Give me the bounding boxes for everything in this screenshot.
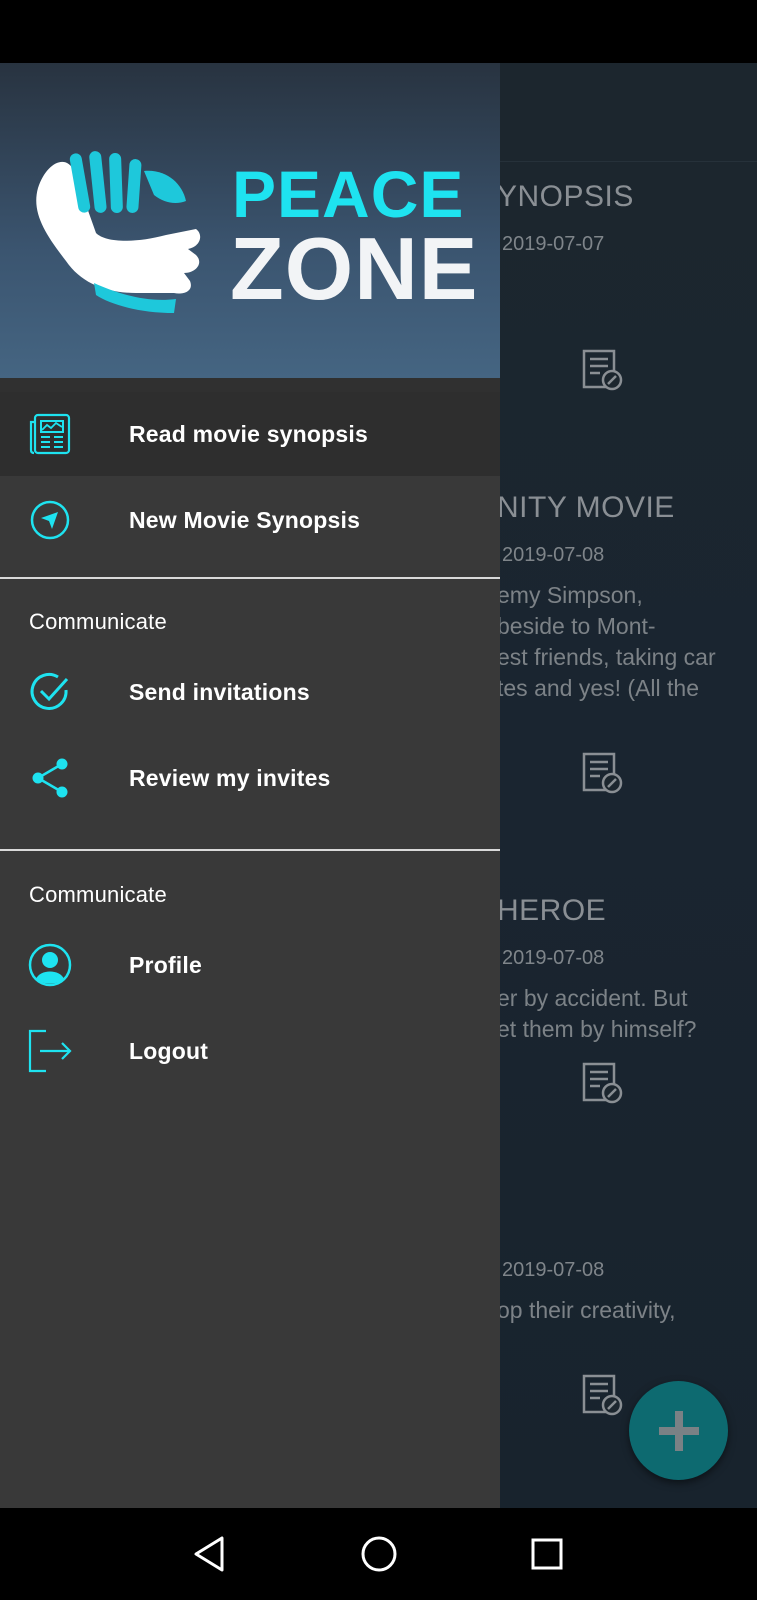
card-date: 2019-07-08 (502, 947, 605, 969)
back-button[interactable] (182, 1526, 238, 1582)
card-title: HEROE (497, 894, 607, 927)
menu-item-logout[interactable]: Logout (0, 1009, 500, 1093)
edit-note-icon (582, 1374, 623, 1416)
menu-label: Review my invites (129, 764, 331, 791)
check-circle-icon (28, 670, 72, 714)
card-title: YNOPSIS (497, 180, 634, 213)
recents-icon (531, 1538, 563, 1570)
card-title: NITY MOVIE (497, 491, 675, 524)
logout-icon (28, 1029, 72, 1073)
menu-divider (0, 577, 500, 579)
add-synopsis-fab[interactable] (629, 1381, 728, 1480)
menu-item-send-invitations[interactable]: Send invitations (0, 650, 500, 734)
back-icon (194, 1536, 224, 1572)
profile-icon (28, 943, 72, 987)
menu-label: New Movie Synopsis (129, 506, 361, 533)
edit-note-icon (582, 1062, 623, 1104)
header-gap (0, 378, 500, 392)
section-title: Communicate (29, 609, 167, 634)
logo-text-zone: ZONE (230, 219, 479, 318)
navigation-drawer: PEACE ZONE Read movie synopsis New Movie… (0, 63, 500, 1508)
edit-note-icon (582, 349, 623, 391)
menu-item-review-invites[interactable]: Review my invites (0, 736, 500, 820)
plus-icon (658, 1410, 699, 1451)
recents-button[interactable] (519, 1526, 575, 1582)
home-button[interactable] (351, 1526, 407, 1582)
status-bar (0, 0, 757, 63)
section-title: Communicate (29, 882, 167, 907)
system-nav-bar (0, 1508, 757, 1600)
card-date: 2019-07-08 (502, 1259, 605, 1281)
edit-note-icon (582, 752, 623, 794)
card-text: er by accident. But et them by himself? (497, 985, 697, 1042)
home-icon (361, 1536, 397, 1572)
logo-text-peace: PEACE (232, 157, 465, 231)
handshake-logo-icon (36, 151, 201, 313)
menu-label: Read movie synopsis (129, 420, 368, 447)
menu-item-read-synopsis[interactable]: Read movie synopsis (0, 392, 500, 476)
card-date: 2019-07-07 (502, 233, 605, 255)
menu-item-profile[interactable]: Profile (0, 923, 500, 1007)
menu-divider (0, 849, 500, 851)
share-icon (28, 756, 72, 800)
newspaper-icon (28, 412, 72, 456)
menu-label: Profile (129, 951, 202, 978)
menu-label: Send invitations (129, 678, 310, 705)
menu-item-new-synopsis[interactable]: New Movie Synopsis (0, 478, 500, 562)
card-text: emy Simpson, beside to Mont- est friends… (497, 582, 716, 701)
navigation-icon (28, 498, 72, 542)
menu-label: Logout (129, 1037, 209, 1064)
drawer-header: PEACE ZONE (0, 63, 500, 378)
card-text: op their creativity, (497, 1297, 676, 1323)
card-date: 2019-07-08 (502, 544, 605, 566)
